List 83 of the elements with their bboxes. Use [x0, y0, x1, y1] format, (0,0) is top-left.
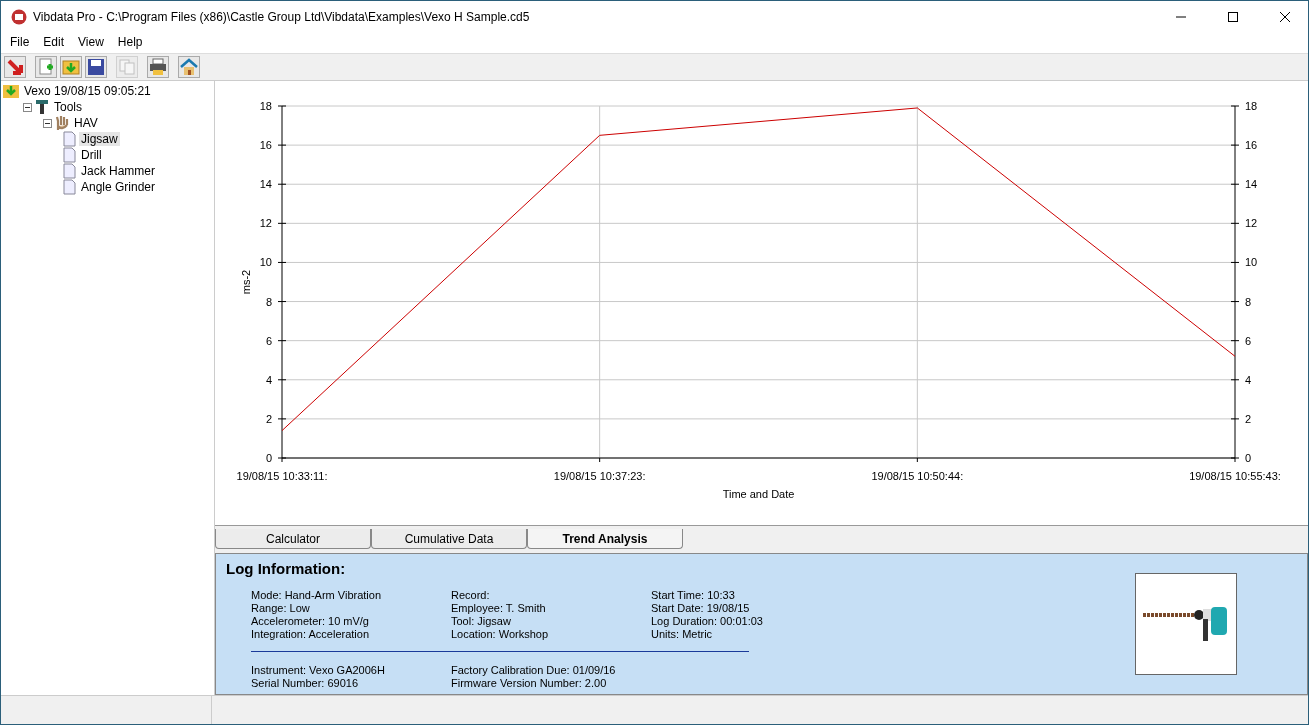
tick-label: 2	[265, 412, 272, 425]
drill-icon	[35, 99, 49, 115]
page-icon	[63, 179, 76, 195]
toolbar-button[interactable]	[85, 56, 107, 78]
tick-label: 14	[1245, 178, 1258, 191]
info-text: Units: Metric	[651, 628, 714, 641]
tick-label: 19/08/15 10:33:11:	[236, 470, 328, 482]
page-icon	[63, 163, 76, 179]
axis-title: ms-2	[240, 269, 252, 295]
tick-label: 8	[1245, 295, 1252, 308]
tick-label: 18	[259, 100, 272, 112]
home-icon	[180, 58, 198, 76]
panel-title: Log Information:	[226, 560, 347, 577]
tree-item[interactable]: HAV	[72, 116, 100, 130]
info-text: Instrument: Vexo GA2006H	[251, 664, 386, 677]
tick-label: 19/08/15 10:50:44:	[871, 470, 964, 482]
tick-label: 14	[259, 178, 272, 191]
toolbar-button[interactable]	[178, 56, 200, 78]
info-text: Mode: Hand-Arm Vibration	[251, 589, 383, 602]
window-title: Vibdata Pro - C:\Program Files (x86)\Castle Group Ltd\Vibdata\Examples\Vexo H Sample.cd5	[33, 10, 531, 24]
info-text: Accelerometer: 10 mV/g	[251, 615, 370, 628]
new-page-icon	[37, 58, 55, 76]
menu-item[interactable]: Help	[110, 33, 150, 53]
printer-icon	[149, 58, 167, 76]
minus-icon	[25, 104, 30, 110]
info-text: Integration: Acceleration	[251, 628, 371, 641]
copy-icon	[118, 58, 136, 76]
tick-label: 8	[265, 295, 272, 308]
tick-label: 4	[265, 373, 272, 386]
page-icon	[63, 131, 76, 147]
info-text: Firmware Version Number: 2.00	[451, 677, 608, 690]
tick-label: 16	[259, 139, 272, 152]
menu-item[interactable]: Edit	[36, 33, 72, 53]
info-text: Factory Calibration Due: 01/09/16	[451, 664, 617, 677]
collapse-toggle[interactable]	[43, 118, 52, 128]
app-icon	[11, 9, 27, 25]
tick-label: 0	[265, 452, 272, 464]
minus-icon	[45, 120, 50, 126]
tick-label: 2	[1245, 412, 1252, 425]
toolbar-button[interactable]	[147, 56, 169, 78]
info-text: Serial Number: 69016	[251, 677, 359, 690]
menu-item[interactable]: View	[71, 33, 111, 53]
info-text: Tool: Jigsaw	[451, 615, 512, 628]
tree-item[interactable]: Angle Grinder	[79, 180, 158, 194]
toolbar-button[interactable]	[4, 56, 26, 78]
info-text: Range: Low	[251, 602, 311, 615]
tick-label: 6	[265, 334, 272, 347]
tick-label: 12	[1245, 217, 1258, 230]
tree-item[interactable]: Drill	[79, 148, 104, 162]
tab[interactable]: Calculator	[215, 529, 371, 550]
tick-label: 12	[259, 217, 272, 230]
info-text: Start Time: 10:33	[651, 589, 736, 602]
hand-icon	[55, 115, 69, 131]
axis-title: Time and Date	[722, 488, 795, 500]
close-icon	[1280, 12, 1290, 22]
tree-item[interactable]: Vexo 19/08/15 09:05:21	[22, 84, 153, 98]
info-text: Location: Workshop	[451, 628, 550, 641]
maximize-icon	[1228, 12, 1238, 22]
tick-label: 6	[1245, 334, 1252, 347]
info-text: Employee: T. Smith	[451, 602, 547, 615]
tick-label: 19/08/15 10:55:43:	[1189, 470, 1281, 482]
info-text: Start Date: 19/08/15	[651, 602, 751, 615]
tab[interactable]: Cumulative Data	[371, 529, 527, 550]
info-text: Record:	[451, 589, 491, 602]
info-text: Log Duration: 00:01:03	[651, 615, 764, 628]
tree-item[interactable]: Jack Hammer	[79, 164, 157, 178]
save-icon	[87, 58, 105, 76]
arrow-icon	[6, 58, 24, 76]
tree-item[interactable]: Tools	[52, 100, 84, 114]
menu-item[interactable]: File	[3, 33, 37, 53]
tick-label: 10	[259, 256, 272, 269]
folder-icon	[62, 58, 80, 76]
page-icon	[63, 147, 76, 163]
tick-label: 0	[1245, 452, 1252, 464]
collapse-toggle[interactable]	[23, 102, 32, 112]
tick-label: 4	[1245, 373, 1252, 386]
tree-item[interactable]: Jigsaw	[79, 132, 120, 146]
tick-label: 16	[1245, 139, 1258, 152]
folder-icon	[3, 83, 19, 99]
tick-label: 18	[1245, 100, 1258, 112]
tab[interactable]: Trend Analysis	[527, 529, 683, 550]
tick-label: 19/08/15 10:37:23:	[553, 470, 646, 482]
tick-label: 10	[1245, 256, 1258, 269]
